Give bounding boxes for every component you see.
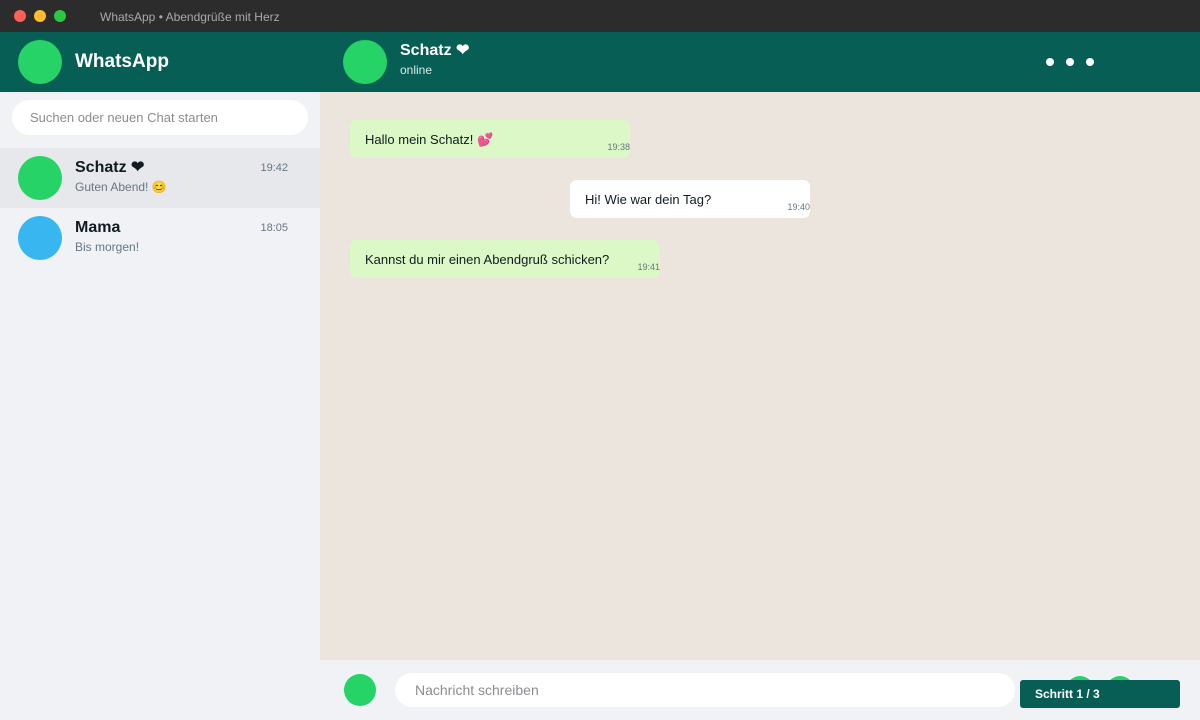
chat-header: Schatz ❤ online (320, 32, 1200, 92)
message-input-wrapper (395, 673, 1015, 707)
chat-avatar (18, 156, 62, 200)
app-name: WhatsApp (75, 51, 169, 72)
dot-icon (1066, 58, 1074, 66)
message-text: Hallo mein Schatz! 💕 (365, 132, 494, 147)
search-input[interactable] (12, 100, 308, 135)
chat-name: Schatz ❤ (75, 159, 145, 176)
sidebar-header: WhatsApp (0, 32, 320, 92)
contact-status: online (400, 63, 433, 77)
message-outgoing: Kannst du mir einen Abendgruß schicken? … (350, 240, 660, 278)
message-time: 19:40 (787, 202, 810, 212)
chat-time: 18:05 (260, 222, 288, 234)
message-area: Hallo mein Schatz! 💕 19:38 Hi! Wie war d… (320, 92, 1200, 660)
chat-avatar (18, 216, 62, 260)
search-bar (12, 100, 308, 135)
message-text: Kannst du mir einen Abendgruß schicken? (365, 252, 610, 267)
chat-time: 19:42 (260, 162, 288, 174)
profile-avatar[interactable] (18, 40, 62, 84)
message-time: 19:41 (637, 262, 660, 272)
step-label: Schritt 1 / 3 (1035, 687, 1100, 701)
message-input[interactable] (395, 673, 1015, 707)
message-incoming: Hi! Wie war dein Tag? 19:40 (570, 180, 810, 218)
close-window-button[interactable] (14, 10, 26, 22)
emoji-button[interactable] (344, 674, 376, 706)
message-outgoing: Hallo mein Schatz! 💕 19:38 (350, 120, 630, 158)
maximize-window-button[interactable] (54, 10, 66, 22)
chat-list-item-mama[interactable]: Mama 18:05 Bis morgen! (0, 208, 320, 268)
sidebar: WhatsApp Schatz ❤ 19:42 Guten Abend! 😊 M… (0, 32, 320, 720)
minimize-window-button[interactable] (34, 10, 46, 22)
message-time: 19:38 (607, 142, 630, 152)
chat-name: Mama (75, 219, 121, 236)
step-badge: Schritt 1 / 3 (1020, 680, 1180, 708)
message-text: Hi! Wie war dein Tag? (585, 192, 712, 207)
chat-preview: Bis morgen! (75, 240, 140, 254)
chat-list-item-schatz[interactable]: Schatz ❤ 19:42 Guten Abend! 😊 (0, 148, 320, 208)
contact-name: Schatz ❤ (400, 42, 470, 59)
window-titlebar: WhatsApp • Abendgrüße mit Herz (0, 0, 1200, 32)
more-dots-icon[interactable] (1042, 54, 1098, 70)
dot-icon (1086, 58, 1094, 66)
contact-avatar[interactable] (343, 40, 387, 84)
chat-preview: Guten Abend! 😊 (75, 180, 167, 194)
dot-icon (1046, 58, 1054, 66)
window-title: WhatsApp • Abendgrüße mit Herz (100, 10, 280, 24)
